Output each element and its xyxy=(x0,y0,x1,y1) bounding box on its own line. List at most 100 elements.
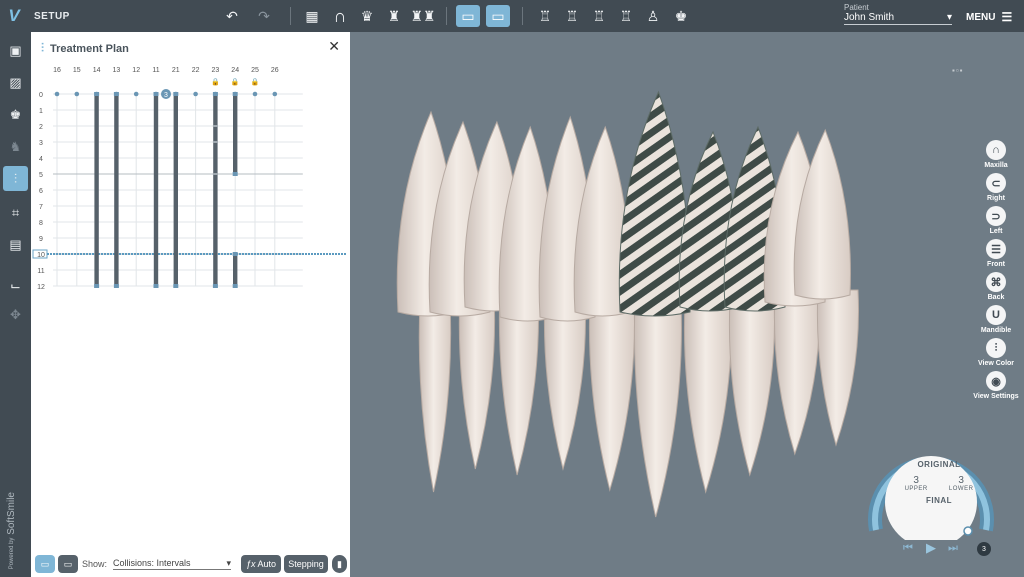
stage0-dot-12[interactable] xyxy=(133,91,139,97)
jaw-tool-icon[interactable]: ▤ xyxy=(5,234,26,255)
stage-number-4[interactable]: 4 xyxy=(39,156,43,163)
bar-end-handle[interactable] xyxy=(113,284,119,288)
staging-grid[interactable]: 16 15 14 13 12 11 21 22 23🔒24🔒25🔒260123456789101… xyxy=(31,60,350,330)
patient-selector[interactable]: Patient John Smith ▾ xyxy=(844,3,952,25)
view-tool-view-settings[interactable]: ◉ View Settings xyxy=(972,371,1020,400)
tooth-number-26[interactable]: 26 xyxy=(271,67,279,74)
view-cube-icon[interactable]: ▪▫▪ xyxy=(952,66,964,75)
bar-end-handle[interactable] xyxy=(153,284,159,288)
tooth-crown-icon[interactable]: ♛ xyxy=(357,6,377,26)
stage-number-3[interactable]: 3 xyxy=(39,140,43,147)
attachment-icon[interactable]: ✥ xyxy=(5,304,26,325)
upper-jaw-toggle[interactable]: ▭ xyxy=(35,555,55,573)
lower-jaw-icon[interactable]: ▭ xyxy=(486,5,510,27)
bar-start-handle[interactable] xyxy=(94,92,100,96)
step-forward-icon[interactable]: ⏭ xyxy=(948,542,958,555)
movement-bar-23[interactable] xyxy=(213,94,218,286)
bar-start-handle[interactable] xyxy=(153,92,159,96)
stage-number-2[interactable]: 2 xyxy=(39,124,43,131)
play-icon[interactable]: ▶ xyxy=(926,540,936,556)
lower-tooth[interactable] xyxy=(633,301,682,518)
tooth-number-24[interactable]: 24 xyxy=(231,67,239,74)
movement-bar-24[interactable] xyxy=(233,254,238,286)
undo-icon[interactable]: ↶ xyxy=(222,6,242,26)
bar-end-handle[interactable] xyxy=(173,284,179,288)
lock-icon[interactable]: 🔒 xyxy=(251,78,260,86)
tooth-number-21[interactable]: 21 xyxy=(172,67,180,74)
stage-number-0[interactable]: 0 xyxy=(39,92,43,99)
view-tool-left[interactable]: ⊃ Left xyxy=(972,206,1020,235)
tooth-number-13[interactable]: 13 xyxy=(113,67,121,74)
teeth-group-icon[interactable]: ♜♜ xyxy=(410,6,435,26)
movement-bar-14[interactable] xyxy=(94,94,99,286)
movement-bar-24[interactable] xyxy=(233,94,238,174)
tooth-tool-icon[interactable]: ♚ xyxy=(5,104,26,125)
photo-grid-icon[interactable]: ▨ xyxy=(5,72,26,93)
view-tool-right[interactable]: ⊂ Right xyxy=(972,173,1020,202)
tooth-6-icon[interactable]: ♚ xyxy=(671,6,691,26)
trash-icon[interactable]: ▮ xyxy=(332,555,347,573)
grid-icon[interactable]: ▦ xyxy=(302,6,322,26)
original-label[interactable]: ORIGINAL xyxy=(894,460,984,469)
bar-start-handle[interactable] xyxy=(232,92,238,96)
stage-number-8[interactable]: 8 xyxy=(39,220,43,227)
stage0-dot-26[interactable] xyxy=(272,91,278,97)
menu-button[interactable]: MENU ☰ xyxy=(966,10,1012,24)
tooth-4-icon[interactable]: ♖ xyxy=(616,6,636,26)
treatment-plan-icon[interactable]: ⫶ xyxy=(3,166,28,191)
bar-end-handle[interactable] xyxy=(212,284,218,288)
stage-number-1[interactable]: 1 xyxy=(39,108,43,115)
lock-icon[interactable]: 🔒 xyxy=(211,78,220,86)
bar-end-handle[interactable] xyxy=(232,284,238,288)
bar-start-handle[interactable] xyxy=(113,92,119,96)
tooth-number-15[interactable]: 15 xyxy=(73,67,81,74)
tooth-move-icon[interactable]: ♞ xyxy=(5,136,26,157)
tooth-pair-icon[interactable]: ♜ xyxy=(384,6,404,26)
stage-number-12[interactable]: 12 xyxy=(37,284,45,291)
stage0-dot-25[interactable] xyxy=(252,91,258,97)
bar-start-handle[interactable] xyxy=(232,252,238,256)
lock-icon[interactable]: 🔒 xyxy=(231,78,240,86)
tooth-2-icon[interactable]: ♖ xyxy=(562,6,582,26)
tooth-number-23[interactable]: 23 xyxy=(212,67,220,74)
show-dropdown[interactable]: Collisions: Intervals ▾ xyxy=(113,558,231,570)
tooth-number-12[interactable]: 12 xyxy=(132,67,140,74)
arch-icon[interactable]: ∩ xyxy=(330,6,350,26)
stepping-button[interactable]: Stepping xyxy=(284,555,328,573)
auto-button[interactable]: ƒx Auto xyxy=(241,555,281,573)
upper-jaw-icon[interactable]: ▭ xyxy=(456,5,480,27)
lower-tooth[interactable] xyxy=(418,301,452,493)
tooth-5-icon[interactable]: ♙ xyxy=(643,6,663,26)
stage0-dot-16[interactable] xyxy=(54,91,60,97)
tooth-number-25[interactable]: 25 xyxy=(251,67,259,74)
bar-end-handle[interactable] xyxy=(232,172,238,176)
lower-tooth[interactable] xyxy=(773,293,820,456)
measure-icon[interactable]: ⌙ xyxy=(5,275,26,296)
stage0-dot-15[interactable] xyxy=(74,91,80,97)
final-label[interactable]: FINAL xyxy=(894,496,984,505)
bar-start-handle[interactable] xyxy=(212,92,218,96)
redo-icon[interactable]: ↷ xyxy=(254,6,274,26)
view-tool-back[interactable]: ⌘ Back xyxy=(972,272,1020,301)
close-icon[interactable]: ✕ xyxy=(328,38,340,55)
patient-dropdown[interactable]: John Smith ▾ xyxy=(844,12,952,25)
step-back-icon[interactable]: ⏮ xyxy=(903,542,913,555)
view-tool-front[interactable]: ☰ Front xyxy=(972,239,1020,268)
stage-number-6[interactable]: 6 xyxy=(39,188,43,195)
view-tool-view-color[interactable]: ⫶ View Color xyxy=(972,338,1020,367)
lower-tooth[interactable] xyxy=(728,299,775,477)
bar-end-handle[interactable] xyxy=(94,284,100,288)
lower-tooth[interactable] xyxy=(816,289,860,447)
lower-tooth[interactable] xyxy=(458,293,496,470)
tooth-number-22[interactable]: 22 xyxy=(192,67,200,74)
movement-bar-13[interactable] xyxy=(114,94,119,286)
tooth-number-14[interactable]: 14 xyxy=(93,67,101,74)
view-tool-mandible[interactable]: U Mandible xyxy=(972,305,1020,334)
movement-bar-11[interactable] xyxy=(153,94,159,286)
tooth-1-icon[interactable]: ♖ xyxy=(535,6,555,26)
stage0-dot-22[interactable] xyxy=(193,91,198,97)
teeth-model[interactable] xyxy=(396,90,860,518)
stage-number-9[interactable]: 9 xyxy=(39,236,43,243)
movement-bar-21[interactable] xyxy=(173,94,178,286)
stage-number-7[interactable]: 7 xyxy=(39,204,43,211)
